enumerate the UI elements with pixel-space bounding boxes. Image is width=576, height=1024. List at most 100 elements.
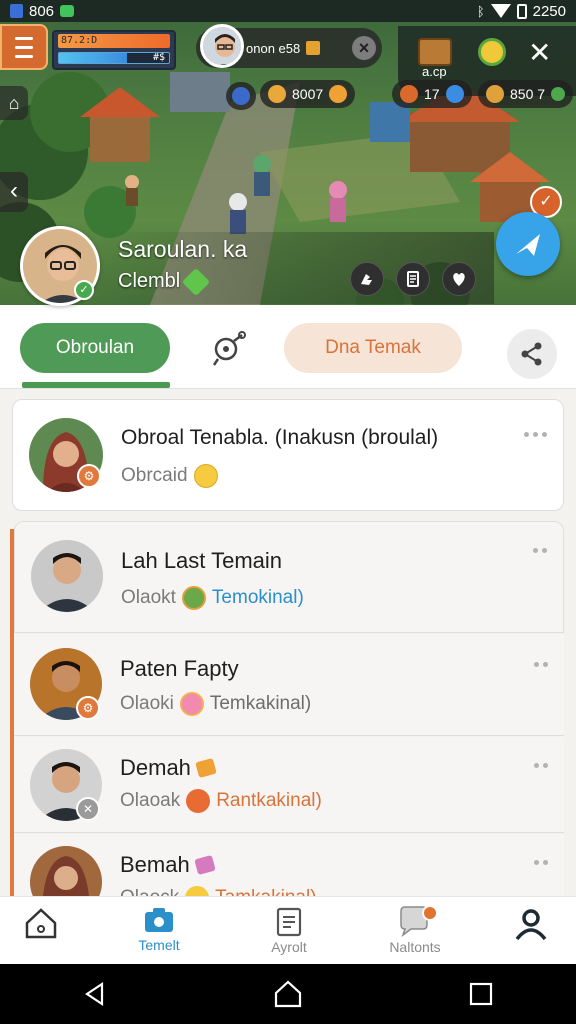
chat-row[interactable]: Lah Last Temain Olaokt Temokinal) bbox=[14, 521, 564, 633]
battery-icon bbox=[516, 3, 527, 19]
resource-3-value: 850 7 bbox=[510, 86, 546, 102]
heart-pin-icon bbox=[453, 273, 465, 286]
resource-chip-2[interactable]: 17 bbox=[392, 80, 472, 108]
bottom-navigation: Temelt Ayrolt Naltonts bbox=[0, 896, 576, 964]
chat-avatar bbox=[30, 846, 102, 896]
map-chip[interactable] bbox=[226, 82, 256, 110]
chat-name: Bemah bbox=[120, 852, 216, 878]
cactus-emoji-icon bbox=[181, 586, 206, 610]
nav-naltonts-label: Naltonts bbox=[389, 939, 441, 955]
chat-row[interactable]: ⚙ Paten Fapty Olaoki Temkakinal) bbox=[14, 634, 564, 736]
hud-counter: 87.2:D bbox=[58, 34, 170, 48]
nav-ayrolt[interactable]: Ayrolt bbox=[234, 905, 344, 961]
share-icon bbox=[521, 342, 542, 366]
more-options-icon[interactable] bbox=[534, 662, 548, 667]
player-stats: 87.2:D #$ bbox=[52, 30, 176, 70]
tab-search[interactable] bbox=[206, 327, 250, 371]
pinned-subtitle: Obrcaid bbox=[121, 464, 218, 488]
recents-icon[interactable] bbox=[468, 981, 494, 1007]
profile-icon bbox=[515, 909, 547, 941]
status-bar: 806 ᛒ 2250 bbox=[0, 0, 576, 22]
close-game-button[interactable]: ✕ bbox=[528, 36, 551, 69]
chat-preview-highlight: Temkakinal) bbox=[209, 693, 312, 714]
chat-preview: Olaokt Temokinal) bbox=[121, 586, 304, 610]
nav-temelt-label: Temelt bbox=[138, 937, 180, 953]
back-arrow-icon[interactable]: ‹ bbox=[0, 172, 28, 212]
edit-profile-button[interactable] bbox=[350, 262, 384, 296]
add-icon[interactable] bbox=[329, 85, 348, 103]
heart-emoji-icon bbox=[179, 692, 204, 716]
chat-preview: Olaoki Temkakinal) bbox=[120, 692, 311, 716]
leaf-icon bbox=[182, 267, 211, 296]
clipboard-icon bbox=[276, 907, 302, 937]
more-options-icon[interactable] bbox=[534, 860, 548, 865]
notes-icon bbox=[407, 271, 419, 287]
chat-preview-prefix: Olaoak bbox=[120, 790, 181, 811]
home-button-icon[interactable] bbox=[273, 979, 303, 1009]
tab-dna-temak[interactable]: Dna Temak bbox=[284, 323, 462, 373]
system-navigation-bar bbox=[0, 964, 576, 1024]
chat-name-text: Bemah bbox=[120, 852, 190, 877]
chest-icon[interactable] bbox=[418, 38, 452, 66]
tab-obroulan[interactable]: Obroulan bbox=[20, 323, 170, 373]
pinned-chat-card[interactable]: ⚙ Obroal Tenabla. (Inakusn (broulal) Obr… bbox=[12, 399, 564, 511]
gem-icon[interactable] bbox=[478, 38, 506, 66]
chat-list: ⚙ Obroal Tenabla. (Inakusn (broulal) Obr… bbox=[0, 389, 576, 896]
close-icon[interactable]: × bbox=[352, 36, 376, 60]
chat-preview-prefix: Olaoki bbox=[120, 693, 174, 714]
smile-emoji-icon bbox=[185, 886, 210, 896]
chat-preview: Olaock Tamkakinal) bbox=[120, 886, 317, 896]
resource-chip-1[interactable]: 8007 bbox=[260, 80, 356, 108]
gear-badge-icon: ⚙ bbox=[76, 696, 100, 720]
chat-fab-button[interactable] bbox=[496, 212, 560, 276]
chat-name-text: Demah bbox=[120, 755, 191, 780]
nav-profile[interactable] bbox=[476, 905, 576, 961]
profile-status: Clembl bbox=[118, 267, 211, 296]
home-side-icon[interactable]: ⌂ bbox=[0, 86, 28, 120]
wifi-icon bbox=[490, 4, 511, 18]
notification-icon bbox=[10, 4, 23, 18]
player-avatar bbox=[200, 24, 244, 68]
more-options-icon[interactable] bbox=[524, 432, 547, 437]
search-location-icon bbox=[212, 331, 246, 366]
resource-2-value: 17 bbox=[424, 86, 440, 102]
back-icon[interactable] bbox=[82, 981, 108, 1007]
chat-preview-highlight: Rantkakinal) bbox=[216, 790, 322, 811]
nav-home[interactable] bbox=[0, 905, 96, 961]
share-button[interactable] bbox=[507, 329, 557, 379]
mute-badge-icon: ✕ bbox=[76, 797, 100, 821]
pinned-subtitle-text: Obrcaid bbox=[121, 465, 188, 486]
status-left-text: 806 bbox=[29, 2, 55, 20]
nav-naltonts[interactable]: Naltonts bbox=[360, 905, 470, 961]
chat-preview-highlight: Temokinal) bbox=[211, 587, 304, 608]
more-options-icon[interactable] bbox=[534, 763, 548, 768]
chat-name: Paten Fapty bbox=[120, 656, 239, 681]
resource-chip-3[interactable]: 850 7 bbox=[478, 80, 574, 108]
chat-preview-highlight: Tamkakinal) bbox=[215, 887, 316, 896]
location-button[interactable] bbox=[442, 262, 476, 296]
profile-name: Saroulan. ka bbox=[118, 236, 248, 262]
chest-label: a.cp bbox=[422, 64, 447, 79]
orange-emoji-icon bbox=[186, 789, 211, 813]
tag-icon bbox=[193, 854, 216, 876]
notification-dot bbox=[422, 905, 438, 921]
player-tag[interactable]: onon e58 × bbox=[196, 24, 382, 68]
home-icon bbox=[25, 908, 57, 939]
status-time: 2250 bbox=[532, 2, 566, 20]
tab-bar: Obroulan Dna Temak bbox=[0, 305, 576, 389]
plus-icon[interactable] bbox=[551, 87, 566, 101]
chat-row[interactable]: ✕ Demah Olaoak Rantkakinal) bbox=[14, 737, 564, 833]
chat-row[interactable]: Bemah Olaock Tamkakinal) bbox=[14, 834, 564, 896]
player-tag-text: onon e58 bbox=[246, 40, 301, 56]
rank-icon bbox=[306, 41, 321, 55]
pinned-title: Obroal Tenabla. (Inakusn (broulal) bbox=[121, 426, 439, 449]
notes-button[interactable] bbox=[396, 262, 430, 296]
wave-hand-icon bbox=[361, 274, 372, 285]
hamburger-menu-button[interactable] bbox=[0, 24, 48, 70]
camera-icon bbox=[145, 908, 173, 932]
chat-avatar bbox=[31, 540, 103, 612]
nav-temelt[interactable]: Temelt bbox=[104, 905, 214, 961]
more-options-icon[interactable] bbox=[533, 548, 547, 553]
coin-icon bbox=[268, 85, 286, 103]
verified-icon: ✓ bbox=[74, 280, 94, 300]
